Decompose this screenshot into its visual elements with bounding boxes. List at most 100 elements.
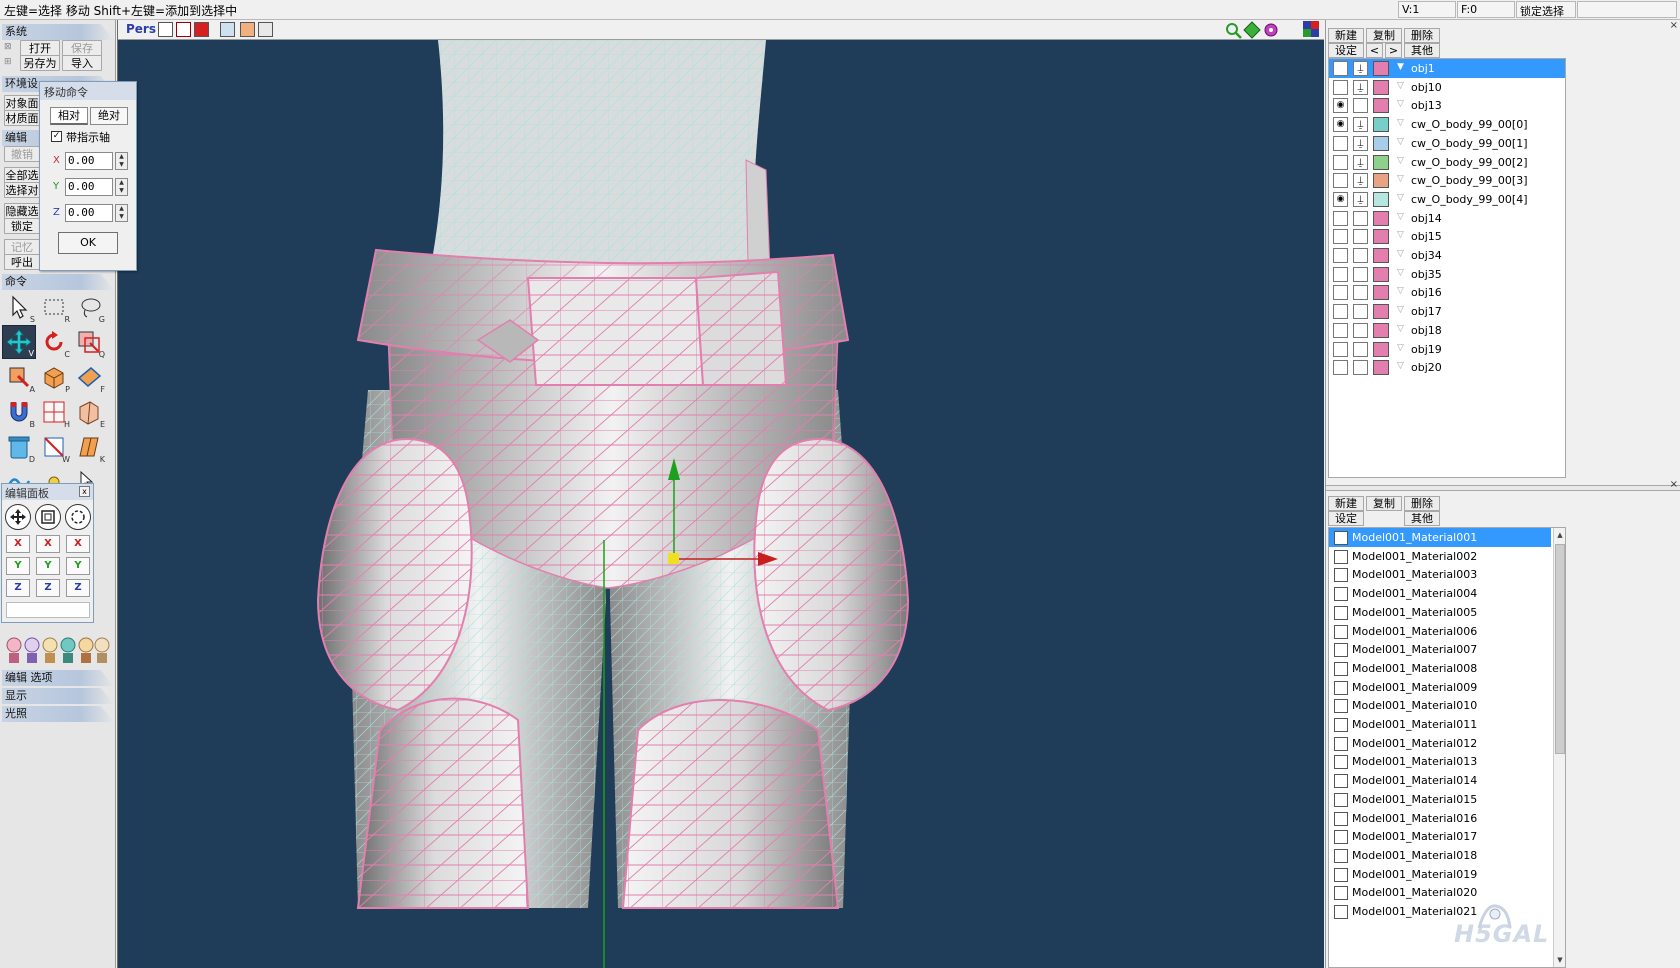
material-row[interactable]: Model001_Material007 [1329,640,1551,659]
material-row[interactable]: Model001_Material010 [1329,696,1551,715]
layout-view-icon[interactable] [258,22,273,37]
extrude-tool[interactable]: E [72,395,106,429]
eye-icon[interactable] [1333,285,1348,301]
material-row[interactable]: Model001_Material011 [1329,715,1551,734]
object-row[interactable]: ⍊ ▼ obj1 [1329,59,1565,78]
create-face-tool[interactable]: F [72,360,106,394]
y-value-input[interactable]: 0.00 [65,178,113,196]
object-color-swatch[interactable] [1373,191,1389,207]
object-color-swatch[interactable] [1373,117,1389,133]
collapse-triangle-icon[interactable]: ▽ [1397,305,1404,315]
shade-view-icon[interactable] [194,22,209,37]
scale-z-button[interactable]: Z [36,579,60,597]
object-row[interactable]: ▽ obj16 [1329,283,1565,302]
collapse-triangle-icon[interactable]: ▽ [1397,81,1404,91]
object-color-swatch[interactable] [1373,173,1389,189]
eye-icon[interactable] [1333,322,1348,338]
show-axis-checkbox[interactable]: ✓ [51,131,62,142]
object-row[interactable]: ⍊ ▽ cw_O_body_99_00[1] [1329,134,1565,153]
material-panel-button[interactable]: 材质面 [4,110,40,126]
material-scrollbar[interactable]: ▲ ▼ [1553,528,1565,967]
material-checkbox[interactable] [1334,549,1348,564]
eye-icon[interactable] [1333,154,1348,170]
object-row[interactable]: ⍊ ▽ cw_O_body_99_00[2] [1329,153,1565,172]
object-row[interactable]: ▽ obj14 [1329,209,1565,228]
object-delete-button[interactable]: 删除 [1404,28,1440,43]
object-new-button[interactable]: 新建 [1328,28,1364,43]
eye-icon[interactable]: ◉ [1333,98,1348,114]
material-row[interactable]: Model001_Material005 [1329,603,1551,622]
object-row[interactable]: ⍊ ▽ obj10 [1329,78,1565,97]
eye-icon[interactable] [1333,266,1348,282]
zoom-icon[interactable] [1224,21,1242,39]
select-arrow-tool[interactable]: S [2,290,36,324]
section-system[interactable]: 系统 [2,24,114,40]
eye-icon[interactable]: ◉ [1333,191,1348,207]
material-row[interactable]: Model001_Material004 [1329,584,1551,603]
section-display[interactable]: 显示 [2,688,114,704]
collapse-triangle-icon[interactable]: ▽ [1397,174,1404,184]
object-row[interactable]: ⍊ ▽ cw_O_body_99_00[3] [1329,171,1565,190]
open-button[interactable]: 打开 [20,40,60,56]
save-as-button[interactable]: 另存为 [20,55,60,71]
expand-triangle-icon[interactable]: ▼ [1397,62,1404,72]
eye-icon[interactable] [1333,173,1348,189]
move-mode-icon[interactable] [5,504,31,530]
collapse-triangle-icon[interactable]: ▽ [1397,193,1404,203]
lock-icon[interactable] [1353,229,1368,245]
object-color-swatch[interactable] [1373,135,1389,151]
object-settings-button[interactable]: 设定 [1328,43,1364,58]
object-row[interactable]: ▽ obj17 [1329,302,1565,321]
eye-icon[interactable] [1333,210,1348,226]
lock-icon[interactable] [1353,98,1368,114]
rect-select-tool[interactable]: R [37,290,71,324]
scroll-thumb[interactable] [1555,544,1565,754]
panel-close-icon[interactable]: × [1670,20,1678,31]
move-x-button[interactable]: X [6,535,30,553]
object-next-button[interactable]: > [1385,43,1402,58]
lock-button[interactable]: 锁定 [4,218,40,234]
lock-icon[interactable] [1353,266,1368,282]
material-copy-button[interactable]: 复制 [1366,496,1402,511]
close-icon[interactable]: x [79,486,90,497]
object-color-swatch[interactable] [1373,304,1389,320]
object-other-button[interactable]: 其他 [1404,43,1440,58]
material-other-button[interactable]: 其他 [1404,511,1440,526]
scroll-up-icon[interactable]: ▲ [1554,528,1565,542]
object-color-swatch[interactable] [1373,229,1389,245]
material-row[interactable]: Model001_Material017 [1329,827,1551,846]
eye-icon[interactable] [1333,304,1348,320]
eye-icon[interactable] [1333,229,1348,245]
view-mode-label[interactable]: Pers [126,22,156,36]
weld-tool[interactable]: W [37,430,71,464]
object-prev-button[interactable]: < [1366,43,1383,58]
material-checkbox[interactable] [1334,774,1348,789]
hide-select-button[interactable]: 隐藏选 [4,203,40,219]
object-row[interactable]: ▽ obj20 [1329,358,1565,377]
scale-y-button[interactable]: Y [36,557,60,575]
edit-panel-field[interactable] [6,602,90,618]
material-row[interactable]: Model001_Material001 [1329,528,1551,547]
material-delete-button[interactable]: 删除 [1404,496,1440,511]
eye-icon[interactable] [1333,360,1348,376]
object-color-swatch[interactable] [1373,61,1389,76]
object-color-swatch[interactable] [1373,322,1389,338]
lock-icon[interactable]: ⍊ [1353,173,1368,189]
memory-button[interactable]: 记忆 [4,239,40,255]
material-row[interactable]: Model001_Material016 [1329,809,1551,828]
material-checkbox[interactable] [1334,624,1348,639]
delete-tool[interactable]: D [2,430,36,464]
object-row[interactable]: ◉ ⍊ ▽ cw_O_body_99_00[0] [1329,115,1565,134]
pan-icon[interactable] [1243,21,1261,39]
material-checkbox[interactable] [1334,905,1348,919]
quad-view-icon[interactable] [1303,21,1319,37]
collapse-triangle-icon[interactable]: ▽ [1397,324,1404,334]
object-color-swatch[interactable] [1373,266,1389,282]
scroll-down-icon[interactable]: ▼ [1554,953,1565,967]
section-lighting[interactable]: 光照 [2,706,114,722]
material-checkbox[interactable] [1334,661,1348,676]
material-row[interactable]: Model001_Material015 [1329,790,1551,809]
import-button[interactable]: 导入 [62,55,102,71]
eye-icon[interactable] [1333,341,1348,357]
collapse-triangle-icon[interactable]: ▽ [1397,212,1404,222]
